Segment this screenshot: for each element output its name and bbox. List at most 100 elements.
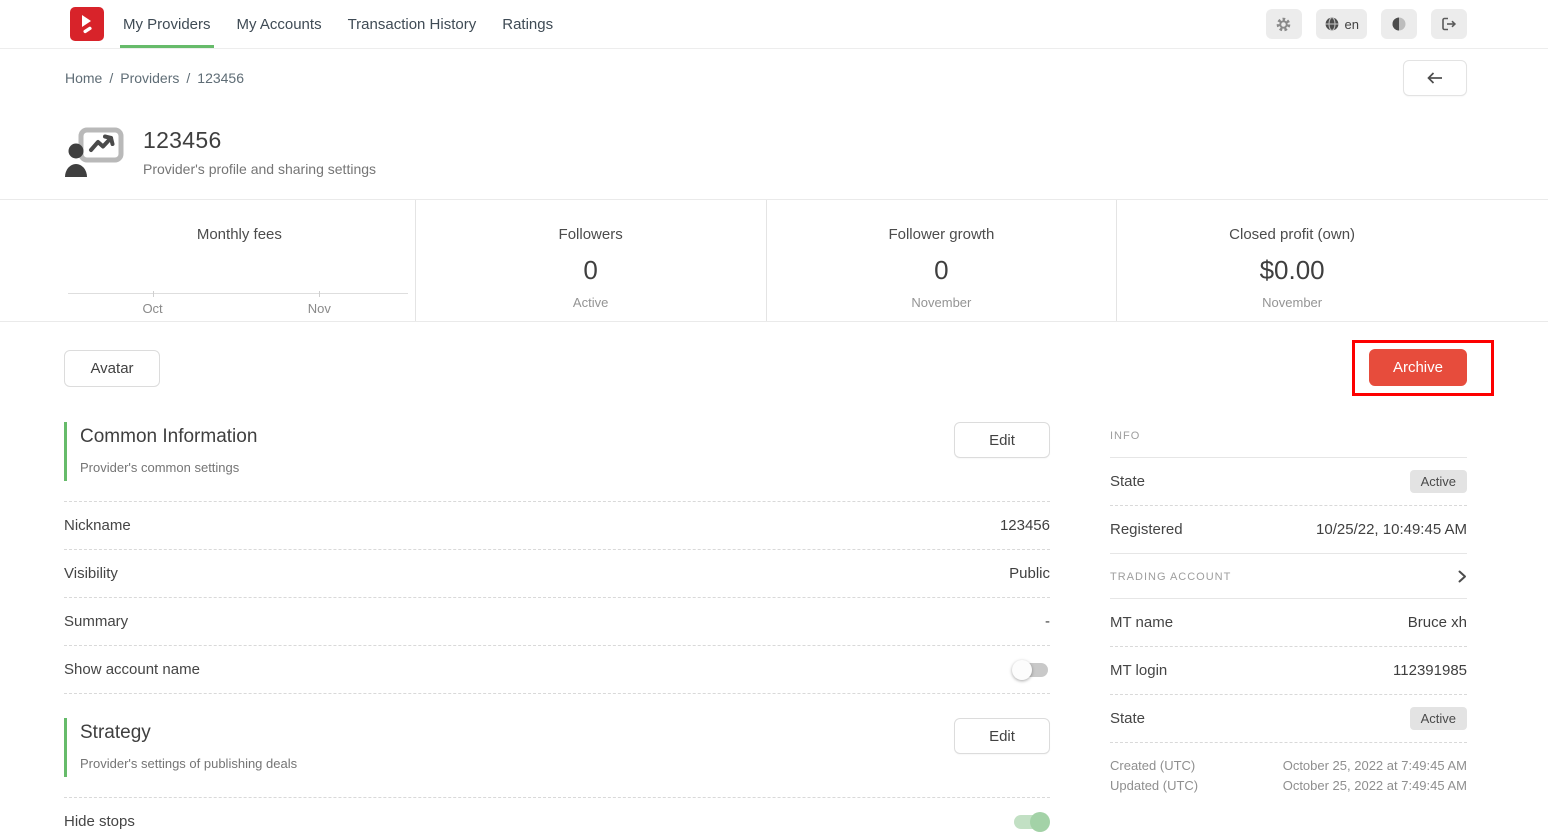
row-value: 123456 bbox=[1000, 517, 1050, 534]
avatar-button[interactable]: Avatar bbox=[64, 350, 160, 387]
hide-stops-toggle[interactable] bbox=[1012, 812, 1050, 832]
tab-my-providers[interactable]: My Providers bbox=[120, 0, 214, 48]
language-button[interactable]: en bbox=[1316, 9, 1367, 39]
stat-value: 0 bbox=[416, 255, 766, 286]
strategy-subtitle: Provider's settings of publishing deals bbox=[80, 756, 297, 771]
stat-caption: November bbox=[1117, 295, 1467, 310]
meta-value: October 25, 2022 at 7:49:45 AM bbox=[1283, 776, 1467, 796]
show-account-name-toggle[interactable] bbox=[1012, 660, 1050, 680]
navbar-actions: en bbox=[1266, 9, 1467, 39]
common-information-rows: Nickname 123456 Visibility Public Summar… bbox=[64, 501, 1050, 694]
section-title-wrap: Common Information Provider's common set… bbox=[64, 422, 257, 481]
row-show-account-name: Show account name bbox=[64, 646, 1050, 694]
strategy-edit-button[interactable]: Edit bbox=[954, 718, 1050, 754]
row-mt-state: State Active bbox=[1110, 695, 1467, 743]
row-mt-login: MT login 112391985 bbox=[1110, 647, 1467, 695]
top-navbar: My Providers My Accounts Transaction His… bbox=[0, 0, 1548, 49]
meta-label: Updated (UTC) bbox=[1110, 776, 1198, 796]
row-label: Summary bbox=[64, 613, 128, 630]
info-sidebar: INFO State Active Registered 10/25/22, 1… bbox=[1110, 422, 1467, 796]
breadcrumb-separator: / bbox=[109, 70, 113, 86]
chart-tick-label: Oct bbox=[142, 301, 162, 316]
row-label: Visibility bbox=[64, 565, 118, 582]
tab-my-accounts[interactable]: My Accounts bbox=[234, 0, 325, 48]
page-title: 123456 bbox=[143, 127, 376, 154]
stat-caption: November bbox=[767, 295, 1117, 310]
tab-transaction-history[interactable]: Transaction History bbox=[345, 0, 480, 48]
stats-band: Monthly fees Oct Nov Followers 0 Active … bbox=[0, 199, 1548, 322]
row-value: Public bbox=[1009, 565, 1050, 582]
common-information-title: Common Information bbox=[80, 426, 257, 448]
row-hide-stops: Hide stops bbox=[64, 798, 1050, 837]
chart-x-axis bbox=[68, 293, 408, 294]
trading-account-section-title[interactable]: TRADING ACCOUNT bbox=[1110, 554, 1467, 599]
stat-title: Closed profit (own) bbox=[1117, 226, 1467, 243]
row-label: Registered bbox=[1110, 521, 1183, 538]
settings-button[interactable] bbox=[1266, 9, 1302, 39]
logout-button[interactable] bbox=[1431, 9, 1467, 39]
stat-card-follower-growth: Follower growth 0 November bbox=[766, 200, 1117, 321]
timestamps-block: Created (UTC) October 25, 2022 at 7:49:4… bbox=[1110, 743, 1467, 796]
row-value: Bruce xh bbox=[1408, 614, 1467, 631]
stat-title: Follower growth bbox=[767, 226, 1117, 243]
row-label: MT login bbox=[1110, 662, 1167, 679]
page-title-block: 123456 Provider's profile and sharing se… bbox=[143, 127, 376, 177]
breadcrumb-providers[interactable]: Providers bbox=[120, 70, 179, 86]
row-nickname: Nickname 123456 bbox=[64, 502, 1050, 550]
stat-title: Monthly fees bbox=[64, 226, 415, 243]
strategy-rows: Hide stops bbox=[64, 797, 1050, 837]
globe-icon bbox=[1324, 16, 1340, 32]
monthly-fees-chart: Oct Nov bbox=[68, 257, 408, 317]
row-created-utc: Created (UTC) October 25, 2022 at 7:49:4… bbox=[1110, 756, 1467, 776]
row-value: 10/25/22, 10:49:45 AM bbox=[1316, 521, 1467, 538]
breadcrumb-current: 123456 bbox=[197, 70, 244, 86]
breadcrumb-bar: Home / Providers / 123456 bbox=[0, 49, 1548, 101]
back-button[interactable] bbox=[1403, 60, 1467, 96]
row-value: - bbox=[1045, 613, 1050, 630]
page-subtitle: Provider's profile and sharing settings bbox=[143, 161, 376, 177]
common-information-edit-button[interactable]: Edit bbox=[954, 422, 1050, 458]
strategy-section-head: Strategy Provider's settings of publishi… bbox=[64, 718, 1050, 777]
row-state: State Active bbox=[1110, 458, 1467, 506]
row-label: Show account name bbox=[64, 661, 200, 678]
breadcrumb-home[interactable]: Home bbox=[65, 70, 102, 86]
theme-toggle-button[interactable] bbox=[1381, 9, 1417, 39]
stat-value: $0.00 bbox=[1117, 255, 1467, 286]
row-label: State bbox=[1110, 473, 1145, 490]
stat-card-followers: Followers 0 Active bbox=[415, 200, 766, 321]
tab-ratings[interactable]: Ratings bbox=[499, 0, 556, 48]
stat-caption: Active bbox=[416, 295, 766, 310]
status-badge: Active bbox=[1410, 707, 1467, 730]
row-summary: Summary - bbox=[64, 598, 1050, 646]
stat-card-monthly-fees: Monthly fees Oct Nov bbox=[64, 200, 415, 321]
row-label: Hide stops bbox=[64, 813, 135, 830]
gear-icon bbox=[1275, 16, 1292, 33]
row-label: Nickname bbox=[64, 517, 131, 534]
trading-account-label: TRADING ACCOUNT bbox=[1110, 571, 1231, 583]
annotation-highlight-box: Archive bbox=[1352, 340, 1494, 396]
info-section-title: INFO bbox=[1110, 422, 1467, 458]
row-updated-utc: Updated (UTC) October 25, 2022 at 7:49:4… bbox=[1110, 776, 1467, 796]
strategy-title: Strategy bbox=[80, 722, 297, 744]
brand-logo-icon bbox=[75, 12, 99, 36]
stat-title: Followers bbox=[416, 226, 766, 243]
main-column: Common Information Provider's common set… bbox=[64, 422, 1050, 837]
row-mt-name: MT name Bruce xh bbox=[1110, 599, 1467, 647]
archive-button[interactable]: Archive bbox=[1369, 349, 1467, 386]
row-label: State bbox=[1110, 710, 1145, 727]
breadcrumb: Home / Providers / 123456 bbox=[65, 70, 244, 86]
brand-logo[interactable] bbox=[70, 7, 104, 41]
contrast-icon bbox=[1391, 16, 1407, 32]
row-registered: Registered 10/25/22, 10:49:45 AM bbox=[1110, 506, 1467, 554]
meta-value: October 25, 2022 at 7:49:45 AM bbox=[1283, 756, 1467, 776]
stat-value: 0 bbox=[767, 255, 1117, 286]
stat-card-closed-profit: Closed profit (own) $0.00 November bbox=[1116, 200, 1467, 321]
chart-tick-label: Nov bbox=[308, 301, 331, 316]
breadcrumb-separator: / bbox=[186, 70, 190, 86]
status-badge: Active bbox=[1410, 470, 1467, 493]
row-value: 112391985 bbox=[1393, 662, 1467, 679]
section-title-wrap: Strategy Provider's settings of publishi… bbox=[64, 718, 297, 777]
provider-avatar-icon bbox=[65, 127, 125, 177]
info-label: INFO bbox=[1110, 430, 1140, 442]
common-information-section-head: Common Information Provider's common set… bbox=[64, 422, 1050, 481]
